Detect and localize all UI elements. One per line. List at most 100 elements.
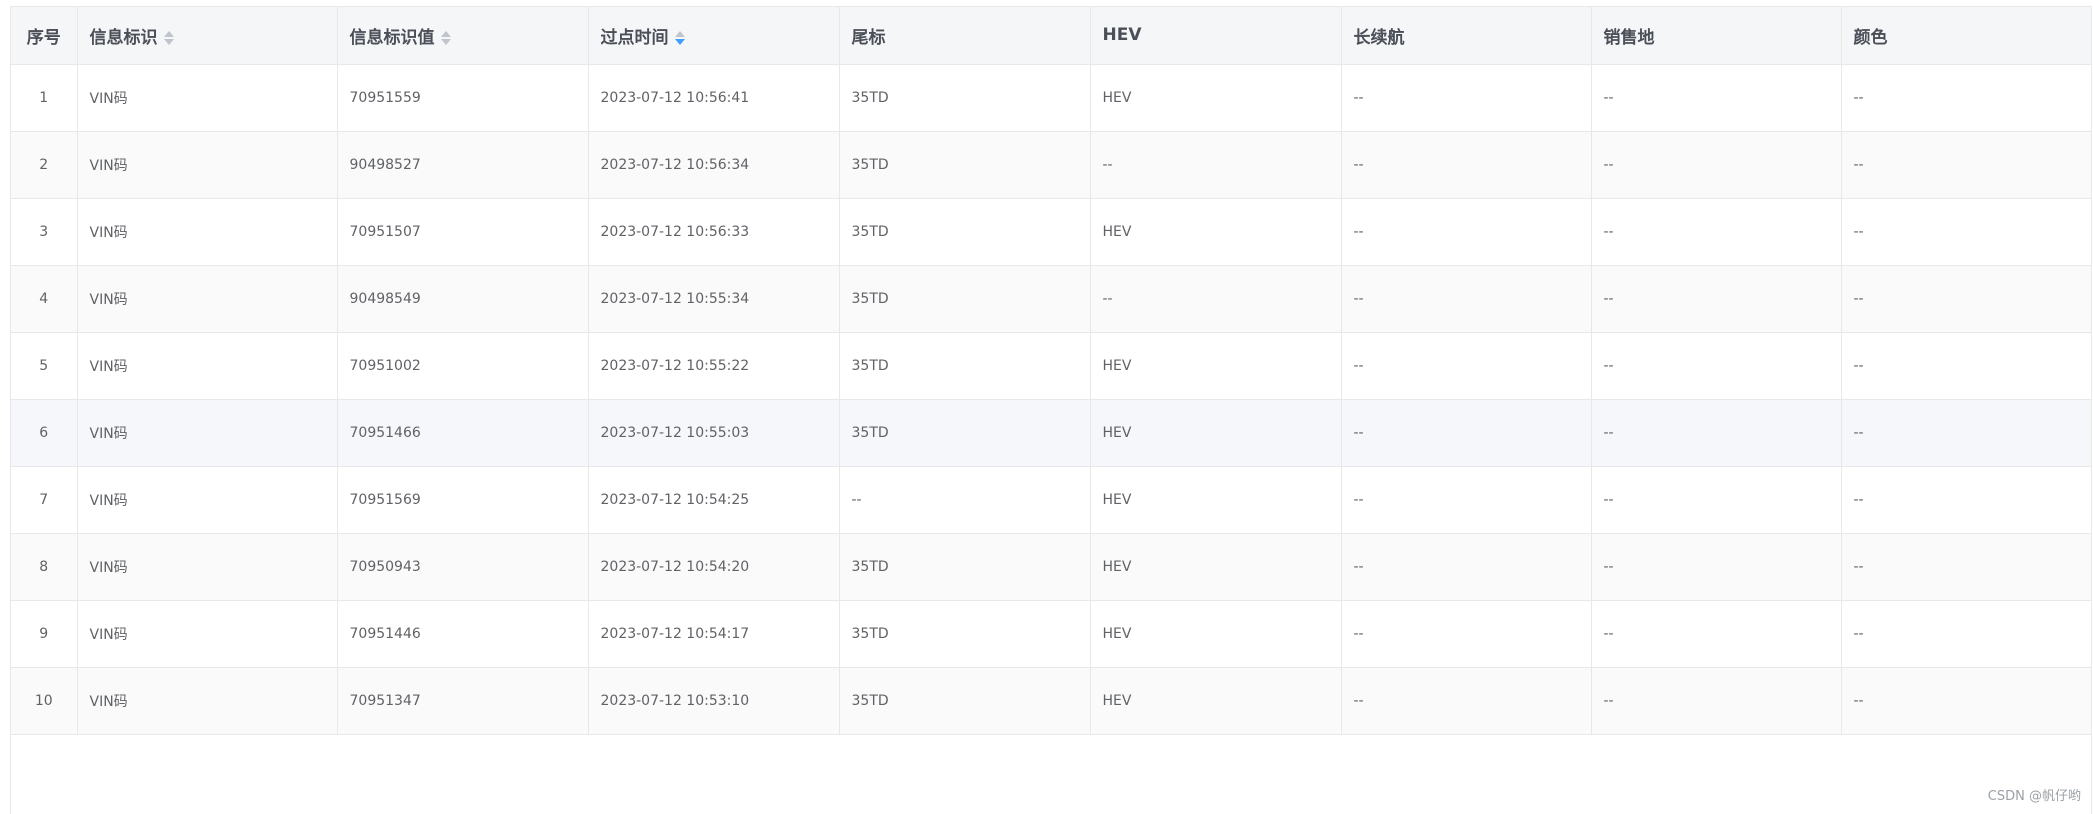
column-header-info-id-value[interactable]: 信息标识值 [337,7,589,65]
table-row[interactable]: 9 VIN码 70951446 2023-07-12 10:54:17 35TD HEV -… [11,600,2091,668]
cell-index: 2 [11,131,78,199]
cell-long-range: -- [1341,265,1592,333]
cell-info-id: VIN码 [77,265,338,333]
cell-tail-badge: 35TD [839,131,1091,199]
column-header-info-id[interactable]: 信息标识 [77,7,338,65]
cell-long-range: -- [1341,667,1592,735]
cell-hev: HEV [1090,332,1342,400]
table-row[interactable]: 10 VIN码 70951347 2023-07-12 10:53:10 35TD HEV… [11,667,2091,735]
cell-pass-time: 2023-07-12 10:55:03 [588,399,840,467]
table-row[interactable]: 4 VIN码 90498549 2023-07-12 10:55:34 35TD -- --… [11,265,2091,333]
cell-info-id: VIN码 [77,332,338,400]
cell-tail-badge: -- [839,466,1091,534]
table-body: 1 VIN码 70951559 2023-07-12 10:56:41 35TD HEV -… [11,64,2091,735]
column-header-label: 信息标识值 [349,27,435,48]
cell-pass-time: 2023-07-12 10:55:34 [588,265,840,333]
data-table-container: 序号 信息标识 信息标识值 过点时间 尾标 HEV 长续航 销售地 颜色 1 V… [10,6,2092,814]
cell-sales-region: -- [1591,667,1842,735]
cell-info-id: VIN码 [77,64,338,132]
table-row[interactable]: 6 VIN码 70951466 2023-07-12 10:55:03 35TD HEV -… [11,399,2091,467]
cell-pass-time: 2023-07-12 10:56:33 [588,198,840,266]
table-row[interactable]: 5 VIN码 70951002 2023-07-12 10:55:22 35TD HEV -… [11,332,2091,400]
cell-info-id-value: 70950943 [337,533,589,601]
cell-hev: HEV [1090,466,1342,534]
watermark: CSDN @帆仔哟 [1987,789,2081,804]
cell-hev: HEV [1090,600,1342,668]
cell-tail-badge: 35TD [839,198,1091,266]
cell-sales-region: -- [1591,265,1842,333]
cell-index: 8 [11,533,78,601]
table-header: 序号 信息标识 信息标识值 过点时间 尾标 HEV 长续航 销售地 颜色 [11,7,2091,65]
cell-tail-badge: 35TD [839,265,1091,333]
table-row[interactable]: 7 VIN码 70951569 2023-07-12 10:54:25 -- HEV -- -… [11,466,2091,534]
sort-caret-icon[interactable] [440,30,451,46]
cell-tail-badge: 35TD [839,533,1091,601]
cell-sales-region: -- [1591,533,1842,601]
column-header-index: 序号 [11,7,78,65]
cell-color: -- [1841,131,2091,199]
cell-sales-region: -- [1591,466,1842,534]
cell-info-id: VIN码 [77,600,338,668]
table-row[interactable]: 8 VIN码 70950943 2023-07-12 10:54:20 35TD HEV -… [11,533,2091,601]
cell-info-id-value: 70951002 [337,332,589,400]
cell-hev: HEV [1090,533,1342,601]
column-header-color: 颜色 [1841,7,2091,65]
cell-long-range: -- [1341,64,1592,132]
cell-tail-badge: 35TD [839,600,1091,668]
cell-color: -- [1841,533,2091,601]
cell-tail-badge: 35TD [839,332,1091,400]
column-header-label: 过点时间 [600,27,669,48]
cell-long-range: -- [1341,466,1592,534]
sort-descending-icon[interactable] [674,30,685,46]
cell-color: -- [1841,667,2091,735]
cell-hev: -- [1090,265,1342,333]
cell-pass-time: 2023-07-12 10:56:41 [588,64,840,132]
table-row[interactable]: 1 VIN码 70951559 2023-07-12 10:56:41 35TD HEV -… [11,64,2091,132]
cell-info-id: VIN码 [77,131,338,199]
cell-info-id-value: 90498527 [337,131,589,199]
table-row[interactable]: 3 VIN码 70951507 2023-07-12 10:56:33 35TD HEV -… [11,198,2091,266]
cell-index: 5 [11,332,78,400]
cell-index: 10 [11,667,78,735]
sort-caret-icon[interactable] [163,30,174,46]
cell-long-range: -- [1341,131,1592,199]
cell-tail-badge: 35TD [839,399,1091,467]
cell-pass-time: 2023-07-12 10:53:10 [588,667,840,735]
cell-info-id-value: 70951569 [337,466,589,534]
cell-long-range: -- [1341,533,1592,601]
cell-info-id-value: 70951347 [337,667,589,735]
cell-info-id-value: 90498549 [337,265,589,333]
cell-pass-time: 2023-07-12 10:54:17 [588,600,840,668]
cell-index: 9 [11,600,78,668]
cell-color: -- [1841,466,2091,534]
cell-hev: HEV [1090,399,1342,467]
cell-hev: HEV [1090,198,1342,266]
column-header-hev: HEV [1090,7,1342,65]
cell-index: 7 [11,466,78,534]
cell-sales-region: -- [1591,198,1842,266]
cell-hev: -- [1090,131,1342,199]
table-row[interactable]: 2 VIN码 90498527 2023-07-12 10:56:34 35TD -- --… [11,131,2091,199]
page: 序号 信息标识 信息标识值 过点时间 尾标 HEV 长续航 销售地 颜色 1 V… [0,0,2093,814]
cell-info-id-value: 70951507 [337,198,589,266]
cell-info-id-value: 70951466 [337,399,589,467]
cell-sales-region: -- [1591,399,1842,467]
cell-index: 3 [11,198,78,266]
column-header-pass-time[interactable]: 过点时间 [588,7,840,65]
cell-pass-time: 2023-07-12 10:54:20 [588,533,840,601]
cell-sales-region: -- [1591,64,1842,132]
cell-sales-region: -- [1591,600,1842,668]
cell-color: -- [1841,399,2091,467]
cell-pass-time: 2023-07-12 10:55:22 [588,332,840,400]
cell-long-range: -- [1341,399,1592,467]
cell-color: -- [1841,332,2091,400]
cell-index: 4 [11,265,78,333]
cell-info-id: VIN码 [77,667,338,735]
column-header-long-range: 长续航 [1341,7,1592,65]
column-header-sales-region: 销售地 [1591,7,1842,65]
cell-info-id-value: 70951446 [337,600,589,668]
cell-color: -- [1841,600,2091,668]
cell-hev: HEV [1090,64,1342,132]
cell-pass-time: 2023-07-12 10:56:34 [588,131,840,199]
cell-sales-region: -- [1591,131,1842,199]
